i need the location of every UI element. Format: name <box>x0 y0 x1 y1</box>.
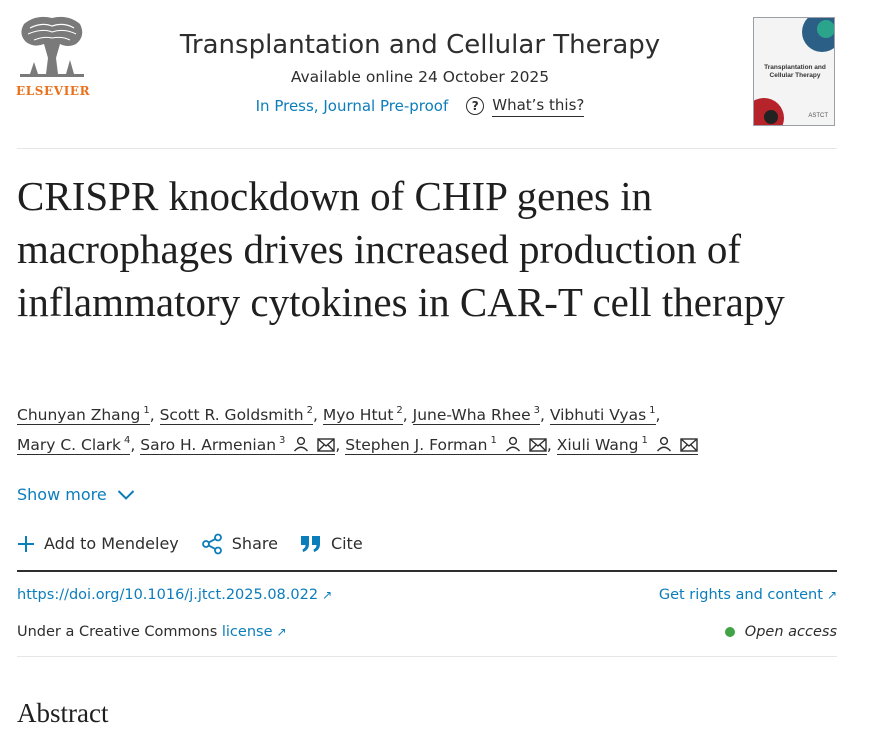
cover-decoration <box>817 20 834 38</box>
author-link[interactable]: Scott R. Goldsmith 2 <box>159 405 313 425</box>
question-mark-icon: ? <box>466 96 485 115</box>
mail-icon <box>317 438 336 452</box>
affiliation-number: 1 <box>490 435 497 446</box>
author-link[interactable]: Vibhuti Vyas 1 <box>549 405 656 425</box>
author-name: Xiuli Wang <box>556 436 639 454</box>
in-press-link[interactable]: In Press, Journal Pre-proof <box>256 95 449 117</box>
author-name: Mary C. Clark <box>17 436 121 454</box>
affiliation-number: 3 <box>533 405 540 416</box>
affiliation-number: 2 <box>306 405 313 416</box>
person-icon <box>293 436 309 452</box>
add-to-mendeley-button[interactable]: Add to Mendeley <box>17 533 179 555</box>
author-link[interactable]: June-Wha Rhee 3 <box>412 405 540 425</box>
author-name: Scott R. Goldsmith <box>159 406 304 424</box>
plus-icon <box>18 536 34 552</box>
article-actions-bar: Add to Mendeley Share Cite <box>17 533 363 555</box>
cover-brand: ASTCT <box>808 113 828 119</box>
mail-icon <box>680 438 698 452</box>
mail-icon <box>529 438 547 452</box>
author-link[interactable]: Mary C. Clark 4 <box>17 435 131 455</box>
author-link[interactable]: Saro H. Armenian 3 <box>140 435 336 455</box>
whats-this-button[interactable]: ? What’s this? <box>466 94 585 117</box>
affiliation-number: 3 <box>279 435 286 446</box>
elsevier-tree-icon <box>16 14 88 80</box>
author-name: June-Wha Rhee <box>412 406 531 424</box>
divider <box>17 656 837 657</box>
license-prefix: Under a Creative Commons <box>17 624 218 640</box>
whats-this-label: What’s this? <box>492 94 585 117</box>
cover-decoration <box>764 110 778 124</box>
article-status-row: In Press, Journal Pre-proof ? What’s thi… <box>150 94 690 117</box>
open-access-label: Open access <box>744 624 837 640</box>
get-rights-label: Get rights and content <box>658 587 823 603</box>
show-more-button[interactable]: Show more <box>17 484 135 506</box>
author-list: Chunyan Zhang 1, Scott R. Goldsmith 2, Myo… <box>17 400 837 460</box>
add-to-mendeley-label: Add to Mendeley <box>44 534 179 553</box>
elsevier-logo[interactable]: ELSEVIER <box>16 14 92 100</box>
journal-cover-image[interactable]: Transplantation and Cellular Therapy AST… <box>753 17 835 126</box>
license-link-label: license <box>221 624 273 640</box>
author-link[interactable]: Myo Htut 2 <box>322 405 403 425</box>
doi-text: https://doi.org/10.1016/j.jtct.2025.08.0… <box>17 587 319 603</box>
journal-header: Transplantation and Cellular Therapy Ava… <box>150 28 690 117</box>
person-icon <box>656 436 672 452</box>
divider <box>17 570 837 572</box>
get-rights-link[interactable]: Get rights and content ↗ <box>659 585 837 605</box>
share-button[interactable]: Share <box>201 533 278 555</box>
author-link[interactable]: Xiuli Wang 1 <box>556 435 698 455</box>
license-statement: Under a Creative Commons license ↗ <box>17 622 287 642</box>
external-link-icon: ↗ <box>322 588 333 602</box>
author-name: Myo Htut <box>322 406 394 424</box>
external-link-icon: ↗ <box>826 588 837 602</box>
quote-icon <box>300 536 320 552</box>
cover-title: Transplantation and Cellular Therapy <box>764 64 826 79</box>
abstract-heading: Abstract <box>17 698 109 728</box>
affiliation-number: 4 <box>124 435 131 446</box>
article-title: CRISPR knockdown of CHIP genes in macrop… <box>17 173 785 325</box>
affiliation-number: 1 <box>143 405 150 416</box>
license-link[interactable]: license ↗ <box>222 624 287 640</box>
open-access-dot-icon <box>724 627 735 637</box>
external-link-icon: ↗ <box>276 625 287 639</box>
author-name: Stephen J. Forman <box>345 436 488 454</box>
affiliation-number: 2 <box>396 405 403 416</box>
open-access-badge: Open access <box>724 622 837 642</box>
author-link[interactable]: Chunyan Zhang 1 <box>17 406 150 425</box>
share-label: Share <box>231 534 278 553</box>
publisher-wordmark: ELSEVIER <box>16 84 91 98</box>
affiliation-number: 1 <box>641 435 648 446</box>
cite-button[interactable]: Cite <box>300 533 363 555</box>
available-online-date: Available online 24 October 2025 <box>290 68 550 86</box>
author-name: Saro H. Armenian <box>140 436 277 454</box>
author-link[interactable]: Stephen J. Forman 1 <box>345 436 547 455</box>
share-icon <box>201 533 222 555</box>
doi-link[interactable]: https://doi.org/10.1016/j.jtct.2025.08.0… <box>17 585 332 605</box>
person-icon <box>505 436 521 452</box>
affiliation-number: 1 <box>649 405 656 416</box>
cite-label: Cite <box>330 534 363 553</box>
show-more-label: Show more <box>17 485 107 504</box>
journal-title-link[interactable]: Transplantation and Cellular Therapy <box>150 28 690 62</box>
author-name: Vibhuti Vyas <box>549 406 647 424</box>
chevron-down-icon <box>117 490 134 500</box>
author-name: Chunyan Zhang <box>17 406 141 424</box>
divider <box>17 148 837 149</box>
